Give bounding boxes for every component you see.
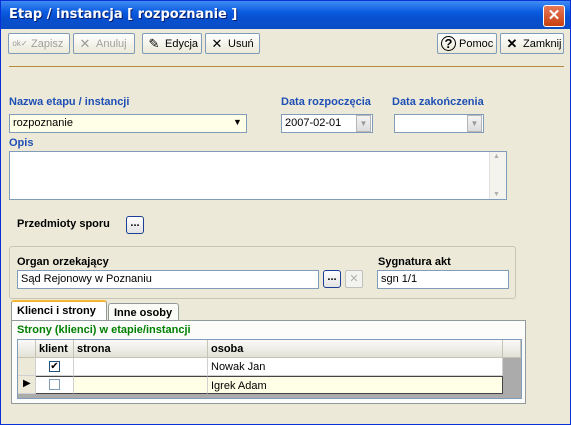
edit-button[interactable]: ✎ Edycja — [142, 33, 202, 54]
cancel-label: Anuluj — [96, 37, 127, 50]
table-row-osoba-cell: Igrek Adam — [208, 376, 503, 394]
scroll-up-icon[interactable]: ▲ — [493, 153, 500, 160]
court-label: Organ orzekający — [17, 256, 109, 268]
start-date-dropdown-icon[interactable]: ▼ — [356, 115, 371, 132]
cancel-button[interactable]: ✕ Anuluj — [73, 33, 135, 54]
help-button[interactable]: ? Pomoc — [437, 33, 497, 54]
x-icon: ✕ — [79, 35, 91, 51]
parties-caption: Strony (klienci) w etapie/instancji — [17, 324, 191, 336]
window-title: Etap / instancja [ rozpoznanie ] — [9, 7, 238, 22]
title-bar: Etap / instancja [ rozpoznanie ] ✕ — [1, 1, 570, 29]
toolbar-separator — [9, 66, 564, 67]
signature-field[interactable]: sgn 1/1 — [377, 270, 509, 289]
grid-header-filler — [503, 340, 521, 358]
row-selector[interactable]: ▶ — [18, 376, 36, 394]
end-date-dropdown-icon[interactable]: ▼ — [467, 115, 482, 132]
tab-clients[interactable]: Klienci i strony — [11, 300, 107, 321]
end-date-label: Data zakończenia — [392, 96, 484, 108]
table-row-strona-cell — [74, 358, 208, 376]
delete-button[interactable]: ✕ Usuń — [205, 33, 260, 54]
help-icon: ? — [441, 36, 456, 51]
current-row-arrow-icon: ▶ — [23, 378, 31, 389]
delete-label: Usuń — [228, 37, 254, 50]
court-field[interactable]: Sąd Rejonowy w Poznaniu — [17, 270, 319, 289]
save-label: Zapisz — [31, 37, 64, 50]
klient-checkbox[interactable]: ✔ — [49, 361, 60, 372]
signature-label: Sygnatura akt — [378, 256, 451, 268]
x-icon: ✕ — [211, 35, 223, 51]
description-textarea[interactable]: ▲ ▼ — [9, 151, 507, 200]
scroll-down-icon[interactable]: ▼ — [493, 191, 500, 198]
subjects-browse-button[interactable]: ... — [126, 216, 144, 234]
ok-check-icon: ok✓ — [12, 38, 28, 48]
chevron-down-icon[interactable]: ▼ — [230, 115, 245, 132]
table-row-strona-cell — [74, 376, 208, 394]
signature-value: sgn 1/1 — [381, 273, 418, 285]
dialog-window: Etap / instancja [ rozpoznanie ] ✕ ok✓ Z… — [0, 0, 571, 425]
edit-icon: ✎ — [148, 35, 160, 51]
save-button[interactable]: ok✓ Zapisz — [8, 33, 70, 54]
description-scrollbar[interactable]: ▲ ▼ — [489, 152, 506, 199]
stage-name-select[interactable]: rozpoznanie ▼ — [9, 114, 247, 133]
window-close-button[interactable]: ✕ — [543, 5, 565, 27]
close-button[interactable]: ✕ Zamknij — [500, 33, 564, 54]
column-header-strona[interactable]: strona — [74, 340, 208, 358]
court-value: Sąd Rejonowy w Poznaniu — [21, 273, 152, 285]
grid-corner — [18, 340, 36, 358]
column-header-osoba[interactable]: osoba — [208, 340, 503, 358]
help-label: Pomoc — [459, 37, 494, 50]
parties-grid: klient strona osoba ✔ Nowak Jan ▶ Igrek … — [17, 339, 522, 399]
description-label: Opis — [9, 137, 34, 149]
table-row-klient-cell[interactable] — [36, 376, 74, 394]
edit-label: Edycja — [165, 37, 199, 50]
stage-name-label: Nazwa etapu / instancji — [9, 96, 130, 108]
subjects-label: Przedmioty sporu — [17, 218, 110, 230]
klient-checkbox[interactable] — [49, 379, 60, 390]
row-selector[interactable] — [18, 358, 36, 376]
table-row-klient-cell[interactable]: ✔ — [36, 358, 74, 376]
court-clear-icon[interactable]: ✕ — [345, 270, 363, 288]
stage-name-value: rozpoznanie — [13, 117, 73, 129]
tab-other-persons[interactable]: Inne osoby — [108, 303, 179, 320]
table-row-osoba-cell: Nowak Jan — [208, 358, 503, 376]
court-browse-button[interactable]: ... — [323, 270, 341, 288]
start-date-value: 2007-02-01 — [285, 117, 342, 129]
start-date-label: Data rozpoczęcia — [281, 96, 371, 108]
column-header-klient[interactable]: klient — [36, 340, 74, 358]
close-x-icon: ✕ — [506, 35, 518, 51]
close-label: Zamknij — [523, 37, 562, 50]
